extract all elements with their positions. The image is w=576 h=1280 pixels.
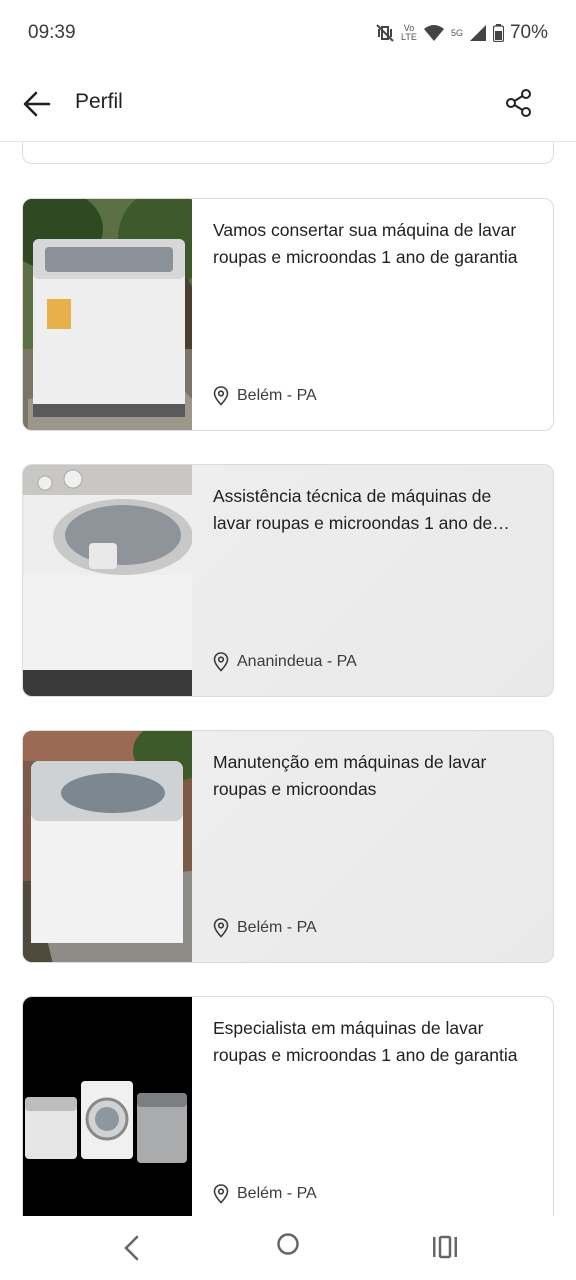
status-bar: 09:39 Vo LTE 5G 70% bbox=[0, 0, 576, 66]
previous-card[interactable] bbox=[22, 142, 554, 164]
listing-location-text: Belém - PA bbox=[237, 1185, 317, 1202]
nav-back-icon[interactable] bbox=[121, 1233, 143, 1263]
listing-location-text: Belém - PA bbox=[237, 387, 317, 404]
location-pin-icon bbox=[213, 386, 229, 406]
mute-vibrate-icon bbox=[376, 24, 394, 42]
listing-body: Especialista em máquinas de lavar roupas… bbox=[192, 997, 553, 1216]
listing-card[interactable]: Assistência técnica de máquinas de lavar… bbox=[22, 464, 554, 697]
share-icon[interactable] bbox=[504, 88, 534, 118]
arrow-left-icon[interactable] bbox=[22, 90, 52, 118]
battery-icon bbox=[492, 24, 504, 42]
listing-title: Vamos consertar sua máquina de lavar rou… bbox=[213, 220, 518, 267]
status-icons: Vo LTE 5G 70% bbox=[375, 22, 548, 44]
listings-scroll[interactable]: Vamos consertar sua máquina de lavar rou… bbox=[0, 142, 576, 1216]
listing-location: Belém - PA bbox=[213, 918, 317, 938]
location-pin-icon bbox=[213, 1184, 229, 1204]
listing-location: Belém - PA bbox=[213, 386, 317, 406]
signal-icon bbox=[469, 25, 486, 41]
nav-home-icon[interactable] bbox=[276, 1232, 300, 1256]
system-nav-bar bbox=[0, 1216, 576, 1280]
listing-card[interactable]: Manutenção em máquinas de lavar roupas e… bbox=[22, 730, 554, 963]
listing-location-text: Ananindeua - PA bbox=[237, 653, 357, 670]
listing-body: Manutenção em máquinas de lavar roupas e… bbox=[192, 731, 553, 962]
listing-title: Manutenção em máquinas de lavar roupas e… bbox=[213, 752, 487, 799]
listing-location: Belém - PA bbox=[213, 1184, 317, 1204]
status-time: 09:39 bbox=[28, 22, 76, 43]
listing-image bbox=[23, 731, 192, 962]
listing-title: Especialista em máquinas de lavar roupas… bbox=[213, 1018, 518, 1065]
listing-location: Ananindeua - PA bbox=[213, 652, 357, 672]
page-title: Perfil bbox=[75, 90, 123, 113]
app-bar: Perfil bbox=[0, 66, 576, 142]
location-pin-icon bbox=[213, 918, 229, 938]
listing-image bbox=[23, 997, 192, 1216]
listing-title: Assistência técnica de máquinas de lavar… bbox=[213, 486, 493, 533]
nav-recents-icon[interactable] bbox=[431, 1234, 459, 1260]
listing-body: Vamos consertar sua máquina de lavar rou… bbox=[192, 199, 553, 430]
listing-card[interactable]: Especialista em máquinas de lavar roupas… bbox=[22, 996, 554, 1216]
network-type: 5G bbox=[450, 27, 463, 38]
location-pin-icon bbox=[213, 652, 229, 672]
listing-image bbox=[23, 199, 192, 430]
volte-label: Vo LTE bbox=[401, 23, 417, 42]
listing-image bbox=[23, 465, 192, 696]
battery-level: 70% bbox=[509, 22, 548, 43]
listing-location-text: Belém - PA bbox=[237, 919, 317, 936]
listing-card[interactable]: Vamos consertar sua máquina de lavar rou… bbox=[22, 198, 554, 431]
wifi-icon bbox=[423, 25, 444, 41]
listing-body: Assistência técnica de máquinas de lavar… bbox=[192, 465, 553, 696]
